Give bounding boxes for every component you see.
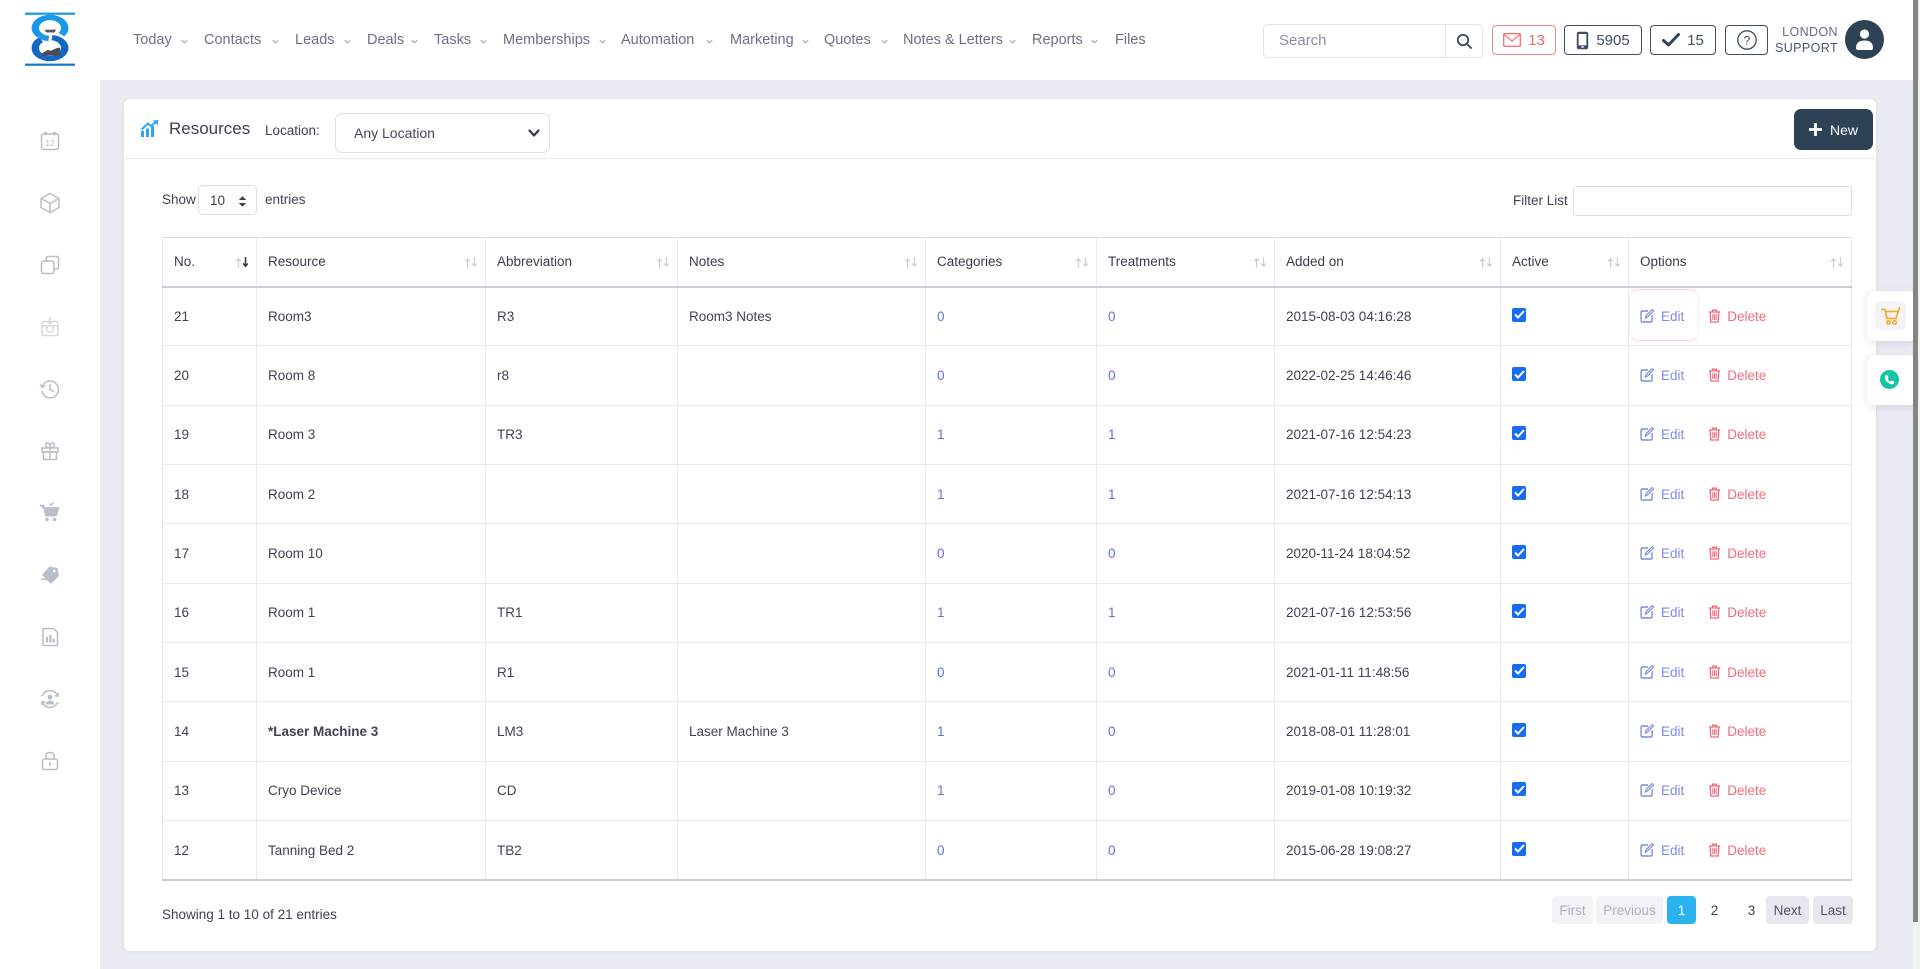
svg-text:12: 12: [45, 138, 55, 148]
